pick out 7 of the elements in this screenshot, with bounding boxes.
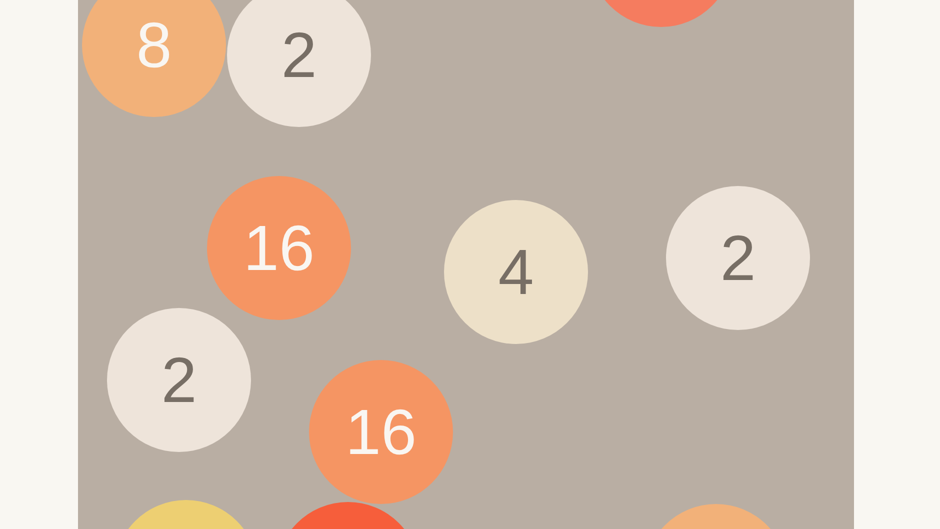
- number-tile: 16: [309, 360, 453, 504]
- number-tile: 16: [207, 176, 351, 320]
- number-tile: 4: [444, 200, 588, 344]
- number-tile: 2: [666, 186, 810, 330]
- number-tile: 2: [227, 0, 371, 127]
- number-tile: 2: [107, 308, 251, 452]
- number-tile: 8: [82, 0, 226, 117]
